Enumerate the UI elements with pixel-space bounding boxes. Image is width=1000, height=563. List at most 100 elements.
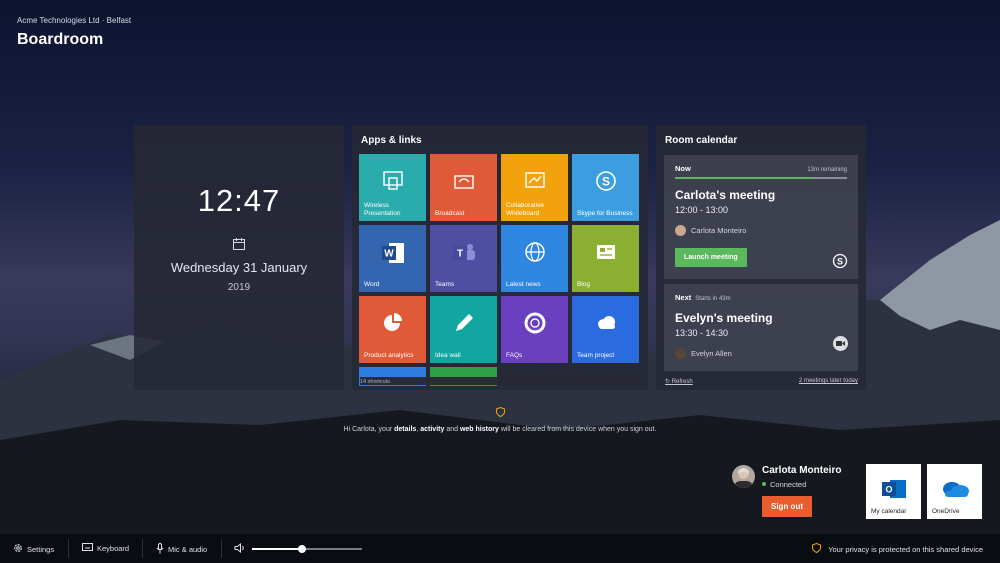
refresh-link[interactable]: ↻ Refresh xyxy=(665,378,693,385)
calendar-title: Room calendar xyxy=(665,135,738,146)
organizer-avatar xyxy=(675,225,686,236)
keyboard-button[interactable]: Keyboard xyxy=(82,543,129,553)
svg-text:S: S xyxy=(837,256,843,266)
wireless-presentation-icon xyxy=(359,170,426,194)
user-avatar xyxy=(732,465,755,488)
sign-out-button[interactable]: Sign out xyxy=(762,496,812,517)
current-meeting-title: Carlota's meeting xyxy=(675,188,776,202)
notice-details: details xyxy=(394,426,417,433)
bottom-bar: Settings Keyboard Mic & audio Your priva… xyxy=(0,534,1000,563)
keyboard-icon xyxy=(82,543,93,553)
organizer-avatar xyxy=(675,348,686,359)
apps-panel: Apps & links Wireless Presentation Broadc… xyxy=(352,125,648,390)
app-tile-label: Wireless Presentation xyxy=(364,202,401,217)
app-tile-label: FAQs xyxy=(506,351,523,359)
next-meeting-time: 13:30 - 14:30 xyxy=(675,328,729,338)
divider xyxy=(68,539,69,558)
app-tile-faqs[interactable]: FAQs xyxy=(501,296,568,363)
app-tile-wireless-presentation[interactable]: Wireless Presentation xyxy=(359,154,426,221)
divider xyxy=(142,539,143,558)
lifebuoy-icon xyxy=(501,312,568,336)
clock-year: 2019 xyxy=(227,282,251,293)
my-calendar-label: My calendar xyxy=(871,508,907,515)
user-status-label: Connected xyxy=(770,480,807,489)
onedrive-label: OneDrive xyxy=(932,508,960,515)
shield-icon xyxy=(812,542,822,555)
volume-slider[interactable] xyxy=(252,545,362,553)
app-tile-idea-wall[interactable]: Idea wall xyxy=(430,296,497,363)
app-tile-label: Collaborative Whiteboard xyxy=(506,202,544,217)
calendar-panel: Room calendar Now 13m remaining Carlota'… xyxy=(656,125,866,390)
onedrive-tile[interactable]: OneDrive xyxy=(927,464,982,519)
app-tile-teams[interactable]: T Teams xyxy=(430,225,497,292)
privacy-notice: Hi Carlota, your details, activity and w… xyxy=(340,406,660,435)
later-meetings-link[interactable]: 2 meetings later today xyxy=(799,378,858,385)
pencil-icon xyxy=(430,312,497,336)
app-tile-collaborative-whiteboard[interactable]: Collaborative Whiteboard xyxy=(501,154,568,221)
video-icon xyxy=(833,336,848,351)
current-meeting-card: Now 13m remaining Carlota's meeting 12:0… xyxy=(664,155,858,279)
user-name: Carlota Monteiro xyxy=(762,465,842,476)
notice-text-end: will be cleared from this device when yo… xyxy=(500,426,657,433)
status-dot xyxy=(762,482,766,486)
notice-web-history: web history xyxy=(459,426,499,433)
app-tile-label: Idea wall xyxy=(435,351,461,359)
current-meeting-time: 12:00 - 13:00 xyxy=(675,205,729,215)
app-tile-latest-news[interactable]: Latest news xyxy=(501,225,568,292)
word-icon: W xyxy=(359,241,426,265)
room-name: Boardroom xyxy=(17,31,104,48)
clock-date: Wednesday 31 January xyxy=(170,260,308,275)
settings-button[interactable]: Settings xyxy=(13,543,54,555)
app-tile-label: Skype for Business xyxy=(577,209,633,217)
mic-audio-button[interactable]: Mic & audio xyxy=(156,543,207,556)
teams-icon: T xyxy=(430,241,497,265)
notice-activity: activity xyxy=(420,426,445,433)
app-tile-broadcast[interactable]: Broadcast xyxy=(430,154,497,221)
shortcuts-count: 14 shortcuts xyxy=(360,377,642,385)
my-calendar-tile[interactable]: O My calendar xyxy=(866,464,921,519)
app-tile-label: Teams xyxy=(435,280,455,288)
svg-text:O: O xyxy=(885,485,892,495)
app-tile-skype-for-business[interactable]: S Skype for Business xyxy=(572,154,639,221)
next-meeting-card: Next Starts in 43m Evelyn's meeting 13:3… xyxy=(664,284,858,371)
svg-text:S: S xyxy=(601,175,609,189)
keyboard-label: Keyboard xyxy=(97,543,130,553)
privacy-label: Your privacy is protected on this shared… xyxy=(828,544,983,554)
app-tile-label: Latest news xyxy=(506,280,541,288)
app-tile-label: Team project xyxy=(577,351,615,359)
mic-audio-label: Mic & audio xyxy=(168,545,208,554)
globe-icon xyxy=(501,241,568,265)
onedrive-icon xyxy=(927,477,982,499)
current-meeting-organizer: Carlota Monteiro xyxy=(691,226,747,235)
settings-label: Settings xyxy=(27,544,55,554)
refresh-label: Refresh xyxy=(671,379,693,385)
clock-time: 12:47 xyxy=(197,183,281,218)
launch-meeting-button[interactable]: Launch meeting xyxy=(675,248,747,267)
app-tile-product-analytics[interactable]: Product analytics xyxy=(359,296,426,363)
next-starts-in: Starts in 43m xyxy=(695,296,731,302)
blog-icon xyxy=(572,241,639,265)
user-status: Connected xyxy=(762,480,806,489)
shield-icon xyxy=(340,406,660,421)
privacy-status: Your privacy is protected on this shared… xyxy=(812,542,983,555)
notice-and: and xyxy=(446,426,458,433)
notice-text: Hi Carlota, your xyxy=(343,426,393,433)
clock-panel: 12:47 Wednesday 31 January 2019 xyxy=(134,125,344,390)
svg-text:T: T xyxy=(456,249,462,260)
whiteboard-icon xyxy=(501,170,568,194)
svg-text:W: W xyxy=(384,249,394,260)
broadcast-icon xyxy=(430,170,497,194)
app-tile-blog[interactable]: Blog xyxy=(572,225,639,292)
notice-separator: , xyxy=(416,426,419,433)
gear-icon xyxy=(13,543,23,555)
skype-icon: S xyxy=(832,253,848,274)
next-label: Next xyxy=(675,293,692,302)
apps-grid: Wireless Presentation Broadcast Collaborat… xyxy=(359,154,641,386)
speaker-icon[interactable] xyxy=(234,543,246,553)
outlook-icon: O xyxy=(866,477,921,501)
volume-knob[interactable] xyxy=(297,545,306,553)
app-tile-team-project[interactable]: Team project xyxy=(572,296,639,363)
app-tile-word[interactable]: W Word xyxy=(359,225,426,292)
now-label: Now xyxy=(675,164,691,173)
app-tile-label: Word xyxy=(364,280,380,288)
